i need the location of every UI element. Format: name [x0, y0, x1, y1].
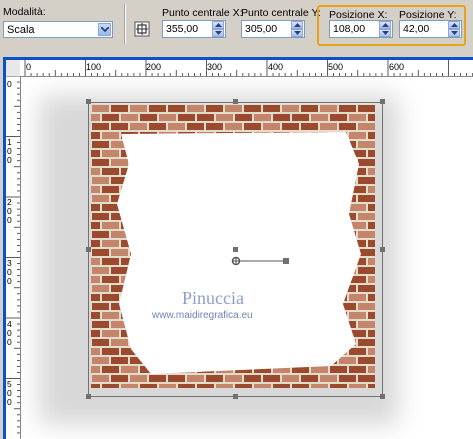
ruler-label: 600	[389, 62, 405, 72]
center-y-value: 305,00	[245, 23, 278, 35]
center-x-increment-button[interactable]	[212, 21, 224, 29]
ruler-label: 200	[7, 197, 12, 225]
position-x-decrement-button[interactable]	[379, 29, 391, 37]
toolbar-divider	[124, 4, 126, 44]
center-y-increment-button[interactable]	[291, 21, 303, 29]
ruler-label: 300	[7, 258, 12, 286]
position-y-increment-button[interactable]	[448, 21, 460, 29]
center-x-label: Punto centrale X:	[162, 7, 243, 19]
position-x-increment-button[interactable]	[379, 21, 391, 29]
position-y-value: 42,00	[403, 23, 430, 35]
center-y-input[interactable]: 305,00	[241, 20, 305, 38]
ruler-corner	[6, 60, 20, 76]
image-canvas[interactable]: Pinuccia www.maidiregrafica.eu	[21, 77, 473, 439]
mode-label: Modalità:	[3, 6, 46, 18]
ruler-label: 400	[7, 319, 12, 347]
center-y-label: Punto centrale Y:	[241, 7, 321, 19]
center-y-decrement-button[interactable]	[291, 29, 303, 37]
ruler-label: 0	[26, 62, 32, 72]
mode-select[interactable]: Scala	[3, 21, 113, 38]
position-x-value: 108,00	[333, 23, 366, 35]
position-y-decrement-button[interactable]	[448, 29, 460, 37]
center-x-value: 355,00	[166, 23, 199, 35]
mode-select-value: Scala	[7, 24, 35, 36]
ruler-label: 100	[86, 62, 102, 72]
reset-center-button[interactable]	[134, 21, 150, 37]
ruler-label: 500	[328, 62, 344, 72]
position-x-input[interactable]: 108,00	[329, 20, 393, 38]
center-target-icon	[134, 21, 150, 37]
horizontal-ruler: 0 100 200 300 400 500 600	[20, 60, 473, 77]
ruler-label: 0	[7, 79, 12, 89]
ruler-label: 100	[7, 137, 12, 165]
ruler-label: 200	[146, 62, 162, 72]
tool-options-bar: Modalità: Scala Punto centrale X: 355,00…	[0, 0, 473, 52]
rotation-center-handle[interactable]	[233, 247, 238, 252]
ruler-label: 500	[7, 379, 12, 407]
center-x-decrement-button[interactable]	[212, 29, 224, 37]
rotation-arm[interactable]	[230, 255, 290, 269]
chevron-down-icon[interactable]	[98, 23, 111, 36]
position-y-input[interactable]: 42,00	[399, 20, 462, 38]
watermark-url: www.maidiregrafica.eu	[152, 310, 253, 321]
ruler-label: 400	[268, 62, 284, 72]
vertical-ruler: 0 100 200 300 400 500	[6, 76, 21, 439]
center-x-input[interactable]: 355,00	[162, 20, 226, 38]
ruler-label: 300	[207, 62, 223, 72]
watermark-name: Pinuccia	[182, 288, 244, 308]
